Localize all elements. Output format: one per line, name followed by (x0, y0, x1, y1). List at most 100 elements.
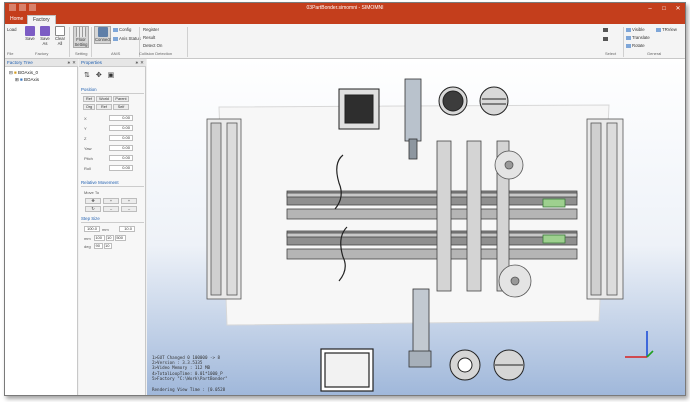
x-field[interactable]: 0.00 (109, 115, 133, 121)
coord-tab-ref2[interactable]: Ref (96, 104, 112, 110)
panel-pin-icon[interactable]: ∗ ✕ (67, 60, 76, 66)
group-collision-label: Collision Detection (139, 51, 173, 56)
save-as-button[interactable]: Save As (38, 26, 52, 46)
roll-field[interactable]: 0.00 (109, 165, 133, 171)
conveyor-left (206, 118, 242, 300)
viewport-log: 1>GUT Changed 0 100000 -> 8 2>Version : … (152, 355, 228, 381)
axis-gizmo (625, 331, 654, 358)
tab-home[interactable]: Home (5, 15, 28, 24)
result-button[interactable]: Result (143, 35, 155, 40)
load-button[interactable]: Load (7, 27, 17, 32)
yaw-field[interactable]: 0.00 (109, 145, 133, 151)
3d-viewport[interactable]: 1>GUT Changed 0 100000 -> 8 2>Version : … (147, 59, 685, 395)
anis-status-button[interactable]: Anis Status (113, 36, 141, 41)
clear-all-button[interactable]: Clear All (53, 26, 67, 46)
tree-item[interactable]: ⊞ ■ BOAxis (15, 77, 39, 83)
page-icon[interactable]: ▣ (108, 72, 115, 79)
step-preset-field[interactable]: 100 (94, 235, 105, 241)
step-preset-field[interactable]: 10 (104, 243, 112, 249)
save-label: Save (25, 36, 35, 41)
visible-button[interactable]: Visible (626, 27, 645, 32)
move-plus-icon[interactable]: + (121, 198, 137, 204)
ribbon: Load File Save Save As Clear All Factory… (5, 24, 685, 59)
connect-button[interactable]: Connect (94, 26, 111, 44)
properties-header: Properties ∗ ✕ (79, 59, 146, 67)
select-arrow-button[interactable] (603, 27, 609, 32)
linear-rail-bottom (286, 230, 578, 260)
folder-icon: ■ (14, 70, 17, 75)
connect-label: Connect (95, 37, 111, 42)
rotate-button[interactable]: Rotate (626, 43, 645, 48)
register-button[interactable]: Register (143, 27, 159, 32)
step-unit-label: mm (102, 227, 109, 232)
move-plus-icon[interactable]: + (103, 198, 119, 204)
y-field[interactable]: 0.00 (109, 125, 133, 131)
connect-icon (97, 27, 108, 37)
rotate-label: Rotate (632, 43, 645, 48)
status-icon (113, 36, 118, 41)
ribbon-separator (623, 27, 624, 57)
eye-icon (626, 27, 631, 32)
expand-icon[interactable]: ⊞ (15, 77, 19, 82)
roll-label: Roll (84, 166, 91, 171)
translate-label: Translate (632, 35, 650, 40)
axis-icon: ■ (20, 77, 23, 82)
coord-tab-org[interactable]: Org (83, 104, 95, 110)
step-preset-field[interactable]: 90 (94, 243, 103, 249)
trview-button[interactable]: TRView (656, 27, 677, 32)
detect-on-button[interactable]: Detect On (143, 43, 162, 48)
floor-setting-label: Floor Setting (74, 37, 88, 47)
tray-bottom (320, 348, 374, 392)
group-setting-label: Setting (75, 51, 88, 56)
position-section[interactable]: Position (81, 87, 144, 94)
coord-tab-parent[interactable]: Parent (113, 96, 129, 102)
step-deg-field[interactable]: 10.0 (119, 226, 135, 232)
ribbon-separator (187, 27, 188, 57)
relative-movement-section[interactable]: Relative Movement (81, 180, 144, 187)
linear-rail-top (286, 190, 578, 220)
save-as-icon (40, 26, 50, 36)
step-size-field[interactable]: 100.0 (84, 226, 100, 232)
floor-setting-button[interactable]: Floor Setting (73, 26, 89, 49)
move-minus-icon[interactable]: – (121, 206, 137, 212)
group-file-label: File (7, 51, 14, 56)
coord-tab-self[interactable]: Self (113, 104, 129, 110)
step-row-label: deg (84, 244, 91, 249)
expand-icon[interactable]: ⊟ (9, 70, 13, 75)
save-button[interactable]: Save (23, 26, 37, 42)
pallet-cylinders-bottom (449, 349, 525, 381)
move-arrows-icon[interactable]: ✥ (85, 198, 101, 204)
coord-tab-ref[interactable]: Ref (83, 96, 95, 102)
properties-toolbar: ⇅ ✥ ▣ (84, 71, 114, 79)
pitch-field[interactable]: 0.00 (109, 155, 133, 161)
config-button[interactable]: Config (113, 27, 131, 32)
sort-icon[interactable]: ⇅ (84, 72, 90, 79)
group-select-label: Select (605, 51, 617, 56)
select-box-button[interactable] (603, 36, 609, 41)
group-factory-label: Factory (35, 51, 49, 56)
z-field[interactable]: 0.00 (109, 135, 133, 141)
rotate-icon[interactable]: ↻ (85, 206, 101, 212)
move-icon[interactable]: ✥ (96, 72, 102, 79)
panel-pin-icon[interactable]: ∗ ✕ (135, 60, 144, 66)
group-anis-label: ANIS (111, 51, 121, 56)
log-line: 5>Factory "C:\Work\PartBonder" (152, 375, 228, 381)
step-size-section[interactable]: Step Size (81, 216, 144, 223)
tree-item[interactable]: ⊟ ■ BOAxis_0 (9, 70, 38, 76)
window-title: 03PartBonder.simomni - SIMOMNI (306, 5, 384, 11)
step-preset-field[interactable]: 10 (106, 235, 114, 241)
window-controls: – □ ✕ (643, 3, 685, 14)
factory-tree-panel: Factory Tree ∗ ✕ ⊟ ■ BOAxis_0 ⊞ ■ BOAxis (5, 59, 78, 395)
step-preset-field[interactable]: 500 (115, 235, 126, 241)
move-minus-icon[interactable]: – (103, 206, 119, 212)
close-icon[interactable]: ✕ (671, 3, 685, 14)
trview-label: TRView (662, 27, 677, 32)
config-icon (113, 27, 118, 32)
coord-tab-world[interactable]: World (96, 96, 112, 102)
tab-factory[interactable]: Factory (27, 15, 56, 24)
translate-button[interactable]: Translate (626, 35, 650, 40)
minimize-icon[interactable]: – (643, 3, 657, 14)
properties-panel: Properties ∗ ✕ ⇅ ✥ ▣ Position Ref World … (79, 59, 146, 395)
maximize-icon[interactable]: □ (657, 3, 671, 14)
factory-tree-title: Factory Tree (7, 60, 33, 65)
